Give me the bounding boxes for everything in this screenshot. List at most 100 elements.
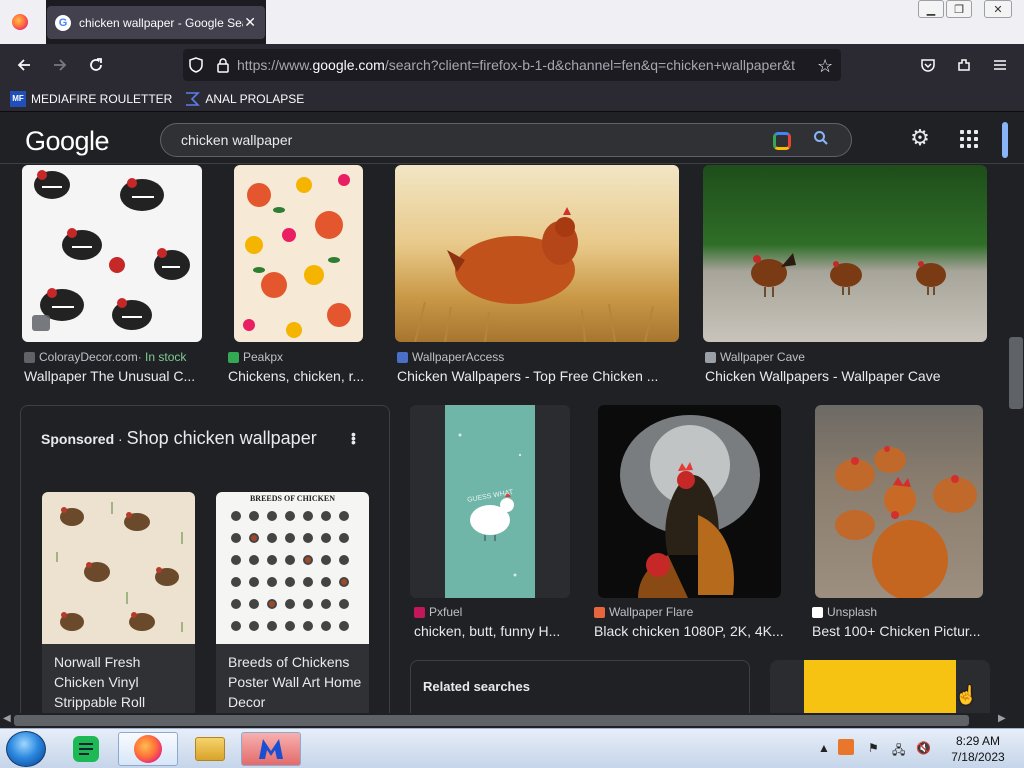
bookmarks-toolbar: MF MEDIAFIRE ROULETTER ANAL PROLAPSE xyxy=(0,86,1024,112)
forward-icon[interactable] xyxy=(48,54,72,76)
result-image-3[interactable] xyxy=(395,165,679,342)
lock-icon[interactable] xyxy=(217,57,229,73)
result-title-5[interactable]: chicken, butt, funny H... xyxy=(414,623,570,639)
start-button[interactable] xyxy=(6,731,46,767)
firefox-icon[interactable] xyxy=(12,14,28,30)
search-input[interactable] xyxy=(181,132,741,148)
result-source-4[interactable]: Wallpaper Cave xyxy=(705,350,805,364)
extensions-icon[interactable] xyxy=(952,54,976,76)
result-title-3[interactable]: Chicken Wallpapers - Top Free Chicken ..… xyxy=(397,368,677,384)
tag-icon xyxy=(32,315,50,331)
minimize-button[interactable]: ▁ xyxy=(918,0,944,18)
folder-icon xyxy=(195,737,225,761)
action-center-flag-icon[interactable]: ⚑ xyxy=(868,741,879,755)
result-source-1[interactable]: ColorayDecor.com · In stock xyxy=(24,350,186,364)
bookmark-mediafire[interactable]: MF MEDIAFIRE ROULETTER xyxy=(10,90,173,107)
result-title-1[interactable]: Wallpaper The Unusual C... xyxy=(24,368,200,384)
product-image-1[interactable] xyxy=(42,492,195,644)
reload-icon[interactable] xyxy=(84,54,108,76)
source-favicon-icon xyxy=(812,606,823,618)
bookmark-label: ANAL PROLAPSE xyxy=(205,91,305,106)
shop-heading: Shop chicken wallpaper xyxy=(126,428,317,448)
show-hidden-icons-icon[interactable]: ▲ xyxy=(818,741,830,755)
result-image-6[interactable] xyxy=(598,405,781,598)
taskbar-firefox[interactable] xyxy=(118,732,178,766)
separator: · xyxy=(114,431,127,447)
result-source-6[interactable]: Wallpaper Flare xyxy=(594,605,693,619)
google-lens-icon[interactable] xyxy=(773,132,791,150)
volume-muted-icon[interactable]: 🔇 xyxy=(916,741,931,755)
sponsored-heading: Sponsored · Shop chicken wallpaper xyxy=(41,428,317,449)
shield-icon[interactable] xyxy=(189,57,203,73)
more-options-icon[interactable]: • • • xyxy=(351,427,357,449)
horizontal-scroll-thumb[interactable] xyxy=(14,715,969,726)
tab-close-icon[interactable]: ✕ xyxy=(243,14,257,31)
browser-titlebar: G chicken wallpaper - Google Search ✕ ▁ … xyxy=(0,0,1024,44)
bookmark-second[interactable]: ANAL PROLAPSE xyxy=(184,91,304,107)
result-title-7[interactable]: Best 100+ Chicken Pictur... xyxy=(812,623,988,639)
scroll-right-icon[interactable]: ▶ xyxy=(998,713,1006,724)
google-favicon-icon: G xyxy=(55,14,71,31)
restore-button[interactable]: ❐ xyxy=(946,0,972,18)
source-favicon-icon xyxy=(594,606,605,618)
horizontal-scrollbar[interactable]: ◀ ▶ xyxy=(0,713,1024,728)
image-results: ColorayDecor.com · In stock Wallpaper Th… xyxy=(0,165,1008,714)
source-favicon-icon xyxy=(705,351,716,363)
url-bar[interactable]: https://www.google.com/search?client=fir… xyxy=(183,49,841,81)
stock-status: · In stock xyxy=(137,350,187,364)
source-name: ColorayDecor.com xyxy=(39,350,138,364)
tray-app-icon[interactable] xyxy=(838,739,854,755)
search-icon[interactable] xyxy=(813,130,829,151)
back-icon[interactable] xyxy=(12,54,36,76)
result-source-3[interactable]: WallpaperAccess xyxy=(397,350,504,364)
source-name: Peakpx xyxy=(243,350,284,364)
result-title-2[interactable]: Chickens, chicken, r... xyxy=(228,368,368,384)
product-title-2[interactable]: Breeds of Chickens Poster Wall Art Home … xyxy=(228,652,363,712)
product-title-1[interactable]: Norwall Fresh Chicken Vinyl Strippable R… xyxy=(54,652,189,712)
result-title-4[interactable]: Chicken Wallpapers - Wallpaper Cave xyxy=(705,368,987,384)
network-icon[interactable]: 🖧 xyxy=(892,741,905,762)
taskbar-malwarebytes[interactable] xyxy=(241,732,301,766)
result-image-1[interactable] xyxy=(22,165,202,342)
product-card-2[interactable]: BREEDS OF CHICKEN Breeds of Chickens Pos… xyxy=(216,492,369,714)
navigation-bar: https://www.google.com/search?client=fir… xyxy=(0,44,1024,86)
result-image-8[interactable] xyxy=(804,660,956,714)
taskbar-file-explorer[interactable] xyxy=(180,732,240,766)
source-favicon-icon xyxy=(228,351,239,363)
result-source-2[interactable]: Peakpx xyxy=(228,350,283,364)
scroll-left-icon[interactable]: ◀ xyxy=(3,713,11,724)
product-card-1[interactable]: Norwall Fresh Chicken Vinyl Strippable R… xyxy=(42,492,195,714)
titlebar-empty: ▁ ❐ ✕ xyxy=(266,0,1024,44)
bookmark-label: MEDIAFIRE ROULETTER xyxy=(31,91,173,106)
result-image-7[interactable] xyxy=(815,405,983,598)
product-image-2[interactable]: BREEDS OF CHICKEN xyxy=(216,492,369,644)
close-button[interactable]: ✕ xyxy=(984,0,1012,18)
result-image-2[interactable] xyxy=(234,165,363,342)
bookmark-icon xyxy=(184,91,201,107)
apps-grid-icon[interactable] xyxy=(960,130,978,148)
mediafire-icon: MF xyxy=(10,90,26,107)
clock-time: 8:29 AM xyxy=(955,734,1001,748)
pocket-icon[interactable] xyxy=(916,54,940,76)
search-box[interactable] xyxy=(160,123,852,157)
settings-gear-icon[interactable]: ⚙ xyxy=(908,126,932,150)
result-image-4[interactable] xyxy=(703,165,987,342)
system-clock[interactable]: 8:29 AM 7/18/2023 xyxy=(944,733,1012,765)
account-avatar[interactable] xyxy=(1002,122,1008,158)
result-source-5[interactable]: Pxfuel xyxy=(414,605,462,619)
vertical-scrollbar[interactable] xyxy=(1008,165,1024,714)
menu-icon[interactable] xyxy=(988,54,1012,76)
google-logo[interactable]: Google xyxy=(25,126,110,157)
result-image-5[interactable]: GUESS WHAT xyxy=(445,405,535,598)
source-favicon-icon xyxy=(397,351,408,363)
google-header: Google ⚙ xyxy=(0,112,1024,164)
vertical-scroll-thumb[interactable] xyxy=(1009,337,1023,409)
tab-active[interactable]: G chicken wallpaper - Google Search ✕ xyxy=(47,6,265,39)
bookmark-star-icon[interactable]: ☆ xyxy=(817,56,833,77)
sponsored-shopping-panel: Sponsored · Shop chicken wallpaper • • • N… xyxy=(20,405,390,714)
firefox-icon xyxy=(134,735,162,763)
result-title-6[interactable]: Black chicken 1080P, 2K, 4K... xyxy=(594,623,786,639)
taskbar-notes-app[interactable] xyxy=(56,732,116,766)
result-source-7[interactable]: Unsplash xyxy=(812,605,877,619)
url-text[interactable]: https://www.google.com/search?client=fir… xyxy=(237,57,797,73)
